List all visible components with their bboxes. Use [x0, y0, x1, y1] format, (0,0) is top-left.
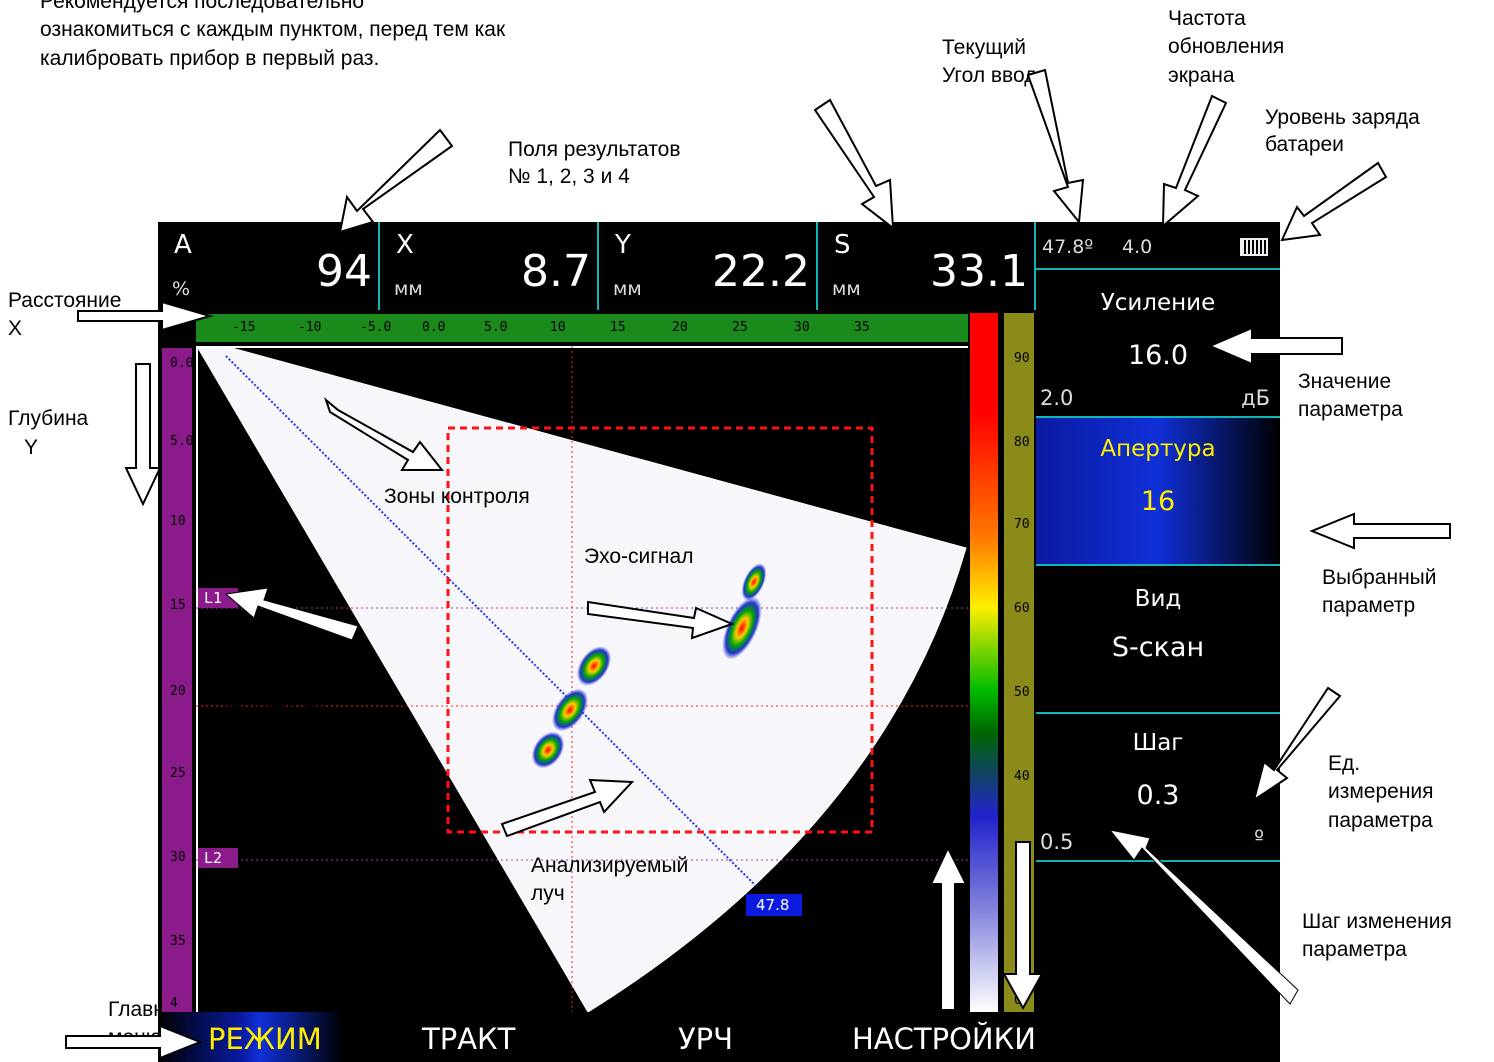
arrow-icon	[587, 600, 735, 640]
arrow-icon	[1108, 829, 1299, 1005]
arrow-icon	[124, 363, 162, 507]
arrow-icon	[1207, 326, 1343, 366]
arrow-icon	[813, 98, 895, 231]
arrow-icon	[1252, 686, 1342, 803]
arrow-icon	[323, 396, 445, 471]
arrow-icon	[65, 1024, 203, 1060]
callout-arrows	[65, 68, 1451, 1060]
arrow-icon	[929, 845, 968, 1011]
arrow-icon	[77, 300, 214, 332]
arrow-icon	[1161, 94, 1228, 229]
arrow-icon	[1002, 841, 1044, 1011]
arrow-icon	[500, 778, 635, 838]
arrow-icon	[1026, 68, 1085, 225]
arrow-icon	[1280, 161, 1388, 242]
arrow-icon	[338, 128, 454, 234]
arrow-icon	[1309, 512, 1451, 550]
arrow-icon	[224, 587, 359, 641]
